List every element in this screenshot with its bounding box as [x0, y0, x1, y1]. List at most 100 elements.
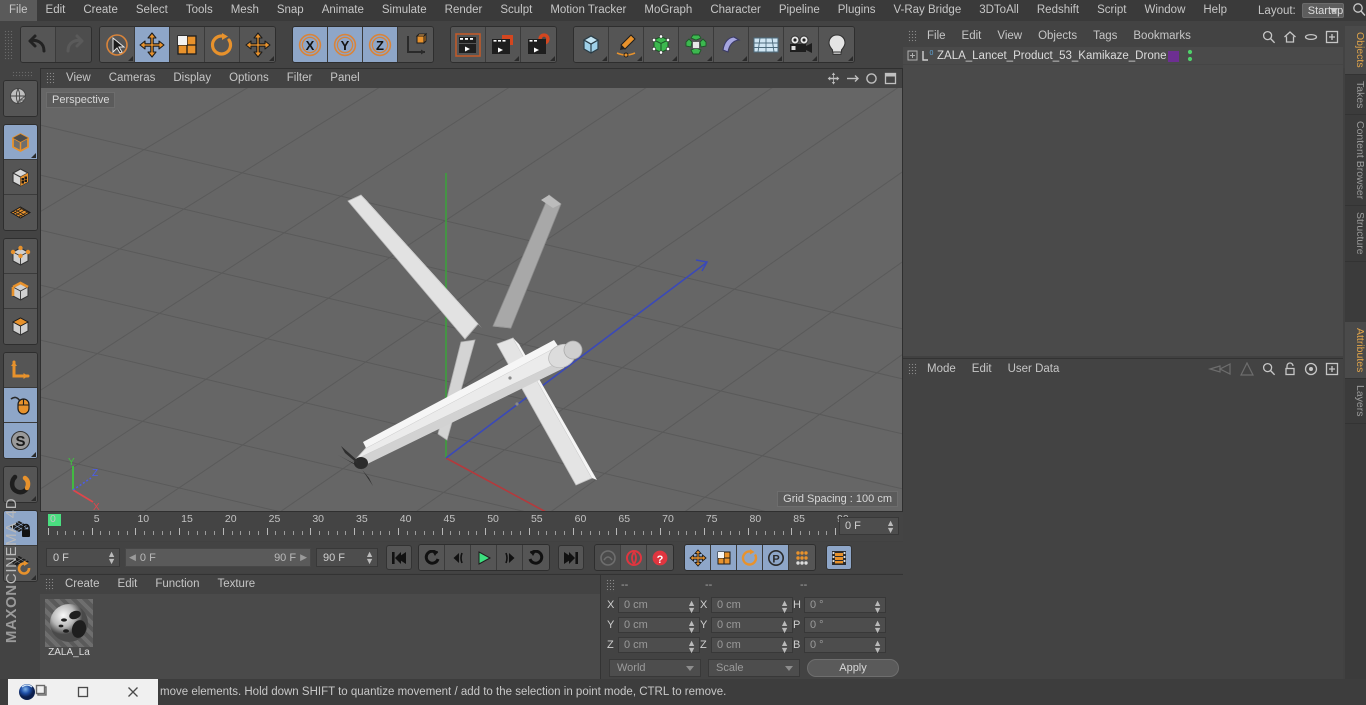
play-button[interactable] [471, 545, 497, 570]
menu-character[interactable]: Character [701, 0, 770, 21]
expand-plus-icon[interactable] [907, 50, 918, 61]
apply-button[interactable]: Apply [807, 659, 899, 677]
record-active-objects-button[interactable] [595, 545, 621, 570]
menu-v-ray-bridge[interactable]: V-Ray Bridge [884, 0, 970, 21]
material-menu-edit[interactable]: Edit [109, 575, 147, 594]
add-light-button[interactable] [819, 27, 854, 62]
search-icon[interactable] [1262, 362, 1276, 376]
material-drag-handle[interactable] [45, 578, 54, 591]
menu-animate[interactable]: Animate [313, 0, 373, 21]
next-keyframe-button[interactable] [523, 545, 549, 570]
material-menu-texture[interactable]: Texture [208, 575, 264, 594]
timeline-ruler[interactable]: 051015202530354045505560657075808590 0 F… [40, 512, 903, 541]
viewport-menu-display[interactable]: Display [164, 69, 220, 88]
current-frame-input[interactable]: 0 F ▲ ▼ [46, 548, 120, 567]
polygon-mode-button[interactable] [3, 309, 37, 344]
spinner-icon[interactable]: ▲ ▼ [687, 599, 696, 615]
maximize-view-icon[interactable] [884, 72, 897, 85]
magnet-tool-button[interactable] [3, 467, 37, 502]
record-parameter-button[interactable]: P [763, 545, 789, 570]
object-menu-edit[interactable]: Edit [954, 26, 990, 47]
vtab-takes[interactable]: Takes [1345, 74, 1366, 116]
snap-settings-button[interactable]: S [3, 423, 37, 458]
layout-selector[interactable]: Startup [1301, 3, 1345, 18]
add-deformer-button[interactable] [714, 27, 749, 62]
object-menu-view[interactable]: View [989, 26, 1030, 47]
point-mode-button[interactable] [3, 239, 37, 274]
menu-script[interactable]: Script [1088, 0, 1135, 21]
frame-ruler[interactable]: 051015202530354045505560657075808590 [48, 512, 849, 541]
add-spline-button[interactable] [609, 27, 644, 62]
live-selection-tool[interactable] [100, 27, 135, 62]
viewport-interaction-button[interactable] [3, 388, 37, 423]
vtab-structure[interactable]: Structure [1345, 206, 1366, 262]
render-view-button[interactable] [451, 27, 486, 62]
undo-button[interactable] [21, 27, 56, 62]
material-list[interactable]: ZALA_La [40, 594, 600, 679]
model-mode-button[interactable] [3, 125, 37, 160]
spinner-icon[interactable]: ▲ ▼ [780, 639, 789, 655]
rotation-p-input[interactable]: 0 ° ▲ ▼ [804, 617, 886, 635]
spinner-icon[interactable]: ▲ ▼ [687, 619, 696, 635]
attribute-menu-mode[interactable]: Mode [919, 359, 964, 380]
attribute-menu-edit[interactable]: Edit [964, 359, 1000, 380]
spinner-icon[interactable]: ▲ ▼ [365, 550, 374, 566]
timeline-frame-field[interactable]: 0 F ▲ ▼ [839, 517, 899, 535]
size-x-input[interactable]: 0 cm ▲ ▼ [711, 597, 793, 615]
menu-motion-tracker[interactable]: Motion Tracker [541, 0, 635, 21]
tool-options-corner[interactable] [30, 153, 36, 158]
make-editable-button[interactable] [3, 81, 37, 116]
material-thumbnail[interactable] [45, 599, 93, 647]
tool-options-corner[interactable] [637, 56, 642, 61]
end-frame-input[interactable]: 90 F ▲ ▼ [316, 548, 378, 567]
size-y-input[interactable]: 0 cm ▲ ▼ [711, 617, 793, 635]
object-menu-objects[interactable]: Objects [1030, 26, 1085, 47]
attribute-menu-user-data[interactable]: User Data [1000, 359, 1068, 380]
material-menu-create[interactable]: Create [56, 575, 109, 594]
object-row[interactable]: 0 ZALA_Lancet_Product_53_Kamikaze_Drone [903, 47, 1343, 65]
menu-mesh[interactable]: Mesh [222, 0, 268, 21]
step-back-keyframe-button[interactable] [419, 545, 445, 570]
redo-button[interactable] [56, 27, 91, 62]
menu-sculpt[interactable]: Sculpt [491, 0, 541, 21]
world-object-coordinate-toggle[interactable] [398, 27, 433, 62]
add-cube-button[interactable] [574, 27, 609, 62]
menu-snap[interactable]: Snap [268, 0, 313, 21]
tool-options-corner[interactable] [30, 575, 36, 580]
tool-options-corner[interactable] [128, 56, 133, 61]
attribute-content[interactable] [903, 380, 1343, 679]
tool-options-corner[interactable] [812, 56, 817, 61]
size-z-input[interactable]: 0 cm ▲ ▼ [711, 637, 793, 655]
tool-options-corner[interactable] [269, 56, 274, 61]
tool-options-corner[interactable] [602, 56, 607, 61]
go-to-end-button[interactable] [558, 545, 584, 570]
scale-tool[interactable] [170, 27, 205, 62]
object-list[interactable]: 0 ZALA_Lancet_Product_53_Kamikaze_Drone [903, 47, 1343, 356]
tool-options-corner[interactable] [742, 56, 747, 61]
menu-select[interactable]: Select [127, 0, 177, 21]
x-axis-lock[interactable]: X [293, 27, 328, 62]
preview-range-slider[interactable]: ◀ 0 F 90 F ▶ [125, 548, 311, 567]
position-z-input[interactable]: 0 cm ▲ ▼ [618, 637, 700, 655]
keyframe-selection-button[interactable]: ? [647, 545, 673, 570]
y-axis-lock[interactable]: Y [328, 27, 363, 62]
tool-options-corner[interactable] [777, 56, 782, 61]
vtab-objects[interactable]: Objects [1345, 26, 1366, 75]
viewport-menu-cameras[interactable]: Cameras [100, 69, 165, 88]
render-settings-button[interactable] [521, 27, 556, 62]
spinner-icon[interactable]: ▲ ▼ [687, 639, 696, 655]
go-to-start-button[interactable] [386, 545, 412, 570]
left-toolbar-drag-handle[interactable] [12, 71, 32, 78]
rotation-b-input[interactable]: 0 ° ▲ ▼ [804, 637, 886, 655]
edge-mode-button[interactable] [3, 274, 37, 309]
plus-box-icon[interactable] [1325, 30, 1339, 44]
object-menu-bookmarks[interactable]: Bookmarks [1125, 26, 1199, 47]
workplane-mode-button[interactable] [3, 195, 37, 230]
vtab-attributes[interactable]: Attributes [1345, 321, 1366, 380]
range-left-arrow-icon[interactable]: ◀ [129, 552, 136, 563]
search-icon[interactable] [1352, 2, 1366, 19]
viewport-menu-view[interactable]: View [57, 69, 100, 88]
forward-arrow-icon[interactable] [1239, 362, 1255, 376]
step-back-frame-button[interactable] [445, 545, 471, 570]
close-button[interactable] [108, 679, 158, 705]
